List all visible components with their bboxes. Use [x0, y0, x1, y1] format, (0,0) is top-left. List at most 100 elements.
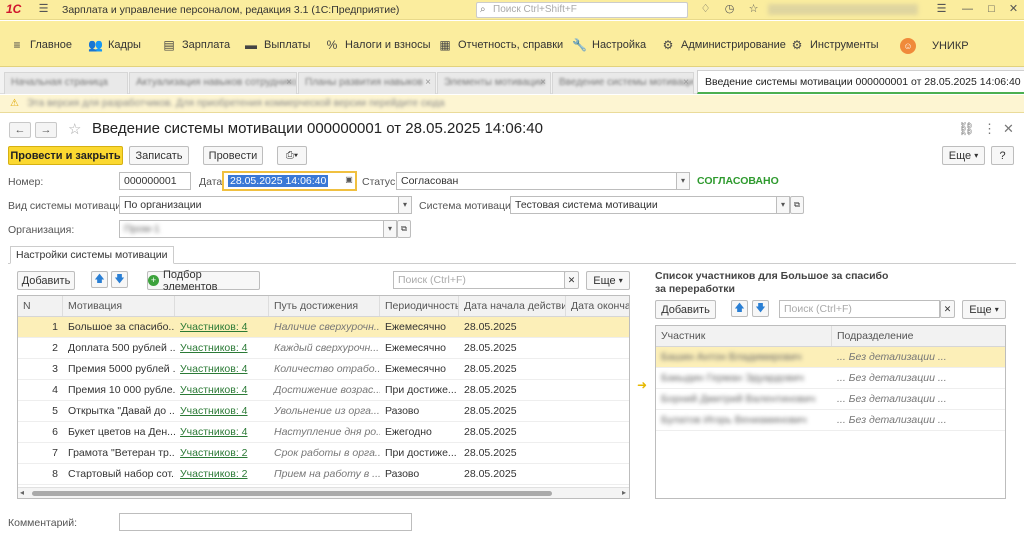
table-row[interactable]: 1 Большое за спасибо... Участников: 4 На…: [18, 317, 629, 338]
participants-search-input[interactable]: Поиск (Ctrl+F): [779, 300, 940, 318]
col-period[interactable]: Периодичность: [380, 296, 459, 316]
close-window-icon[interactable]: ✕: [1006, 2, 1021, 17]
table-row[interactable]: 8 Стартовый набор сот... Участников: 2 П…: [18, 464, 629, 485]
tab-home[interactable]: Начальная страница: [4, 72, 128, 94]
close-icon[interactable]: ×: [425, 77, 431, 88]
add-button[interactable]: Добавить: [17, 271, 75, 290]
tab-intro[interactable]: Введение системы мотивации ×: [552, 72, 694, 94]
participants-move-down-button[interactable]: 🡇: [752, 300, 769, 317]
participants-more-button[interactable]: Еще ▾: [962, 300, 1006, 319]
scroll-left-icon[interactable]: ◂: [20, 488, 24, 497]
more-button[interactable]: Еще ▾: [942, 146, 985, 165]
scroll-thumb[interactable]: [32, 491, 552, 496]
print-dropdown-button[interactable]: ⎙▾: [277, 146, 307, 165]
scroll-right-icon[interactable]: ▸: [622, 488, 626, 497]
table-row[interactable]: 7 Грамота "Ветеран тр... Участников: 2 С…: [18, 443, 629, 464]
participants-clear-search-button[interactable]: ✕: [940, 300, 955, 318]
hamburger-icon[interactable]: ☰: [36, 2, 51, 17]
comment-field[interactable]: [119, 513, 412, 531]
chevron-down-icon[interactable]: ▾: [383, 221, 396, 237]
col-end-date[interactable]: Дата окончан: [566, 296, 629, 316]
close-icon[interactable]: ×: [286, 77, 292, 88]
table-row[interactable]: 6 Букет цветов на Ден... Участников: 4 Н…: [18, 422, 629, 443]
move-up-button[interactable]: 🡅: [91, 271, 108, 288]
chevron-down-icon[interactable]: ▾: [398, 197, 411, 213]
more-vertical-icon[interactable]: ⋮: [983, 121, 996, 137]
tab-motivation-settings[interactable]: Настройки системы мотивации: [10, 246, 174, 264]
menu-main[interactable]: ≡ Главное: [10, 38, 72, 52]
menu-tools[interactable]: ⚙ Инструменты: [790, 38, 879, 52]
participants-link[interactable]: Участников: 4: [175, 338, 269, 358]
bell-icon[interactable]: ♢: [698, 2, 713, 17]
col-start-date[interactable]: Дата начала действия: [459, 296, 566, 316]
clear-search-button[interactable]: ✕: [564, 271, 579, 289]
link-icon[interactable]: ⛓: [958, 121, 975, 137]
favorites-icon[interactable]: ☆: [746, 2, 761, 17]
maximize-icon[interactable]: □: [984, 2, 999, 17]
menu-reports[interactable]: ▦ Отчетность, справки: [438, 38, 563, 52]
participants-link[interactable]: Участников: 2: [175, 464, 269, 484]
participant-row[interactable]: Башин Антон Владимирович ... Без детализ…: [656, 347, 1005, 368]
open-system-button[interactable]: ⧉: [790, 196, 804, 214]
organization-select[interactable]: Пром-1 ▾: [119, 220, 397, 238]
post-and-close-button[interactable]: Провести и закрыть: [8, 146, 123, 165]
menu-taxes[interactable]: % Налоги и взносы: [325, 38, 431, 52]
menu-admin[interactable]: ⚙ Администрирование: [661, 38, 786, 52]
table-row[interactable]: 5 Открытка "Давай до ... Участников: 4 У…: [18, 401, 629, 422]
post-button[interactable]: Провести: [203, 146, 263, 165]
col-participant[interactable]: Участник: [656, 326, 832, 346]
close-icon[interactable]: ×: [683, 77, 689, 88]
table-search-input[interactable]: Поиск (Ctrl+F): [393, 271, 565, 289]
chevron-down-icon[interactable]: ▾: [676, 173, 689, 189]
menu-staff[interactable]: 👥 Кадры: [88, 38, 141, 52]
col-motivation[interactable]: Мотивация: [63, 296, 175, 316]
menu-unikr[interactable]: ☺ УНИКР: [900, 38, 969, 54]
menu-settings[interactable]: 🔧 Настройка: [572, 38, 646, 52]
table-row[interactable]: 4 Премия 10 000 рубле... Участников: 4 Д…: [18, 380, 629, 401]
global-search-input[interactable]: ⌕ Поиск Ctrl+Shift+F: [476, 2, 688, 18]
pick-elements-button[interactable]: + Подбор элементов: [147, 269, 260, 293]
open-organization-button[interactable]: ⧉: [397, 220, 411, 238]
user-name[interactable]: [768, 4, 918, 15]
participants-move-up-button[interactable]: 🡅: [731, 300, 748, 317]
calendar-icon[interactable]: ▣: [342, 173, 355, 189]
history-icon[interactable]: ◷: [722, 2, 737, 17]
table-row[interactable]: 2 Доплата 500 рублей ... Участников: 4 К…: [18, 338, 629, 359]
motivation-system-select[interactable]: Тестовая система мотивации ▾: [510, 196, 790, 214]
participants-add-button[interactable]: Добавить: [655, 300, 716, 319]
close-icon[interactable]: ✕: [1003, 121, 1014, 137]
col-participants[interactable]: [175, 296, 269, 316]
motivation-kind-select[interactable]: По организации ▾: [119, 196, 412, 214]
move-down-button[interactable]: 🡇: [111, 271, 128, 288]
menu-payments[interactable]: ▬ Выплаты: [244, 38, 310, 52]
number-field[interactable]: 000000001: [119, 172, 191, 190]
save-button[interactable]: Записать: [129, 146, 189, 165]
table-row[interactable]: 3 Премия 5000 рублей ... Участников: 4 К…: [18, 359, 629, 380]
chevron-down-icon[interactable]: ▾: [776, 197, 789, 213]
participants-link[interactable]: Участников: 2: [175, 443, 269, 463]
tab-elements[interactable]: Элементы мотивации ×: [437, 72, 551, 94]
favorite-star-icon[interactable]: ☆: [68, 120, 81, 138]
participants-link[interactable]: Участников: 4: [175, 401, 269, 421]
col-path[interactable]: Путь достижения: [269, 296, 380, 316]
participant-row[interactable]: Бакыдин Герман Эдуардович ... Без детали…: [656, 368, 1005, 389]
participants-link[interactable]: Участников: 4: [175, 317, 269, 337]
participants-link[interactable]: Участников: 4: [175, 422, 269, 442]
tab-active-document[interactable]: Введение системы мотивации 000000001 от …: [697, 70, 1024, 94]
table-more-button[interactable]: Еще ▾: [586, 271, 630, 290]
participant-row[interactable]: Булатов Игорь Вениаминович ... Без детал…: [656, 410, 1005, 431]
minimize-icon[interactable]: —: [960, 2, 975, 17]
menu-icon[interactable]: ☰: [934, 2, 949, 17]
close-icon[interactable]: ×: [540, 77, 546, 88]
col-department[interactable]: Подразделение: [832, 326, 1005, 346]
col-n[interactable]: N: [18, 296, 63, 316]
date-field[interactable]: 28.05.2025 14:06:40 ▣: [222, 171, 357, 191]
status-select[interactable]: Согласован ▾: [396, 172, 690, 190]
menu-salary[interactable]: ▤ Зарплата: [162, 38, 230, 52]
back-button[interactable]: ←: [9, 122, 31, 138]
participants-link[interactable]: Участников: 4: [175, 380, 269, 400]
help-button[interactable]: ?: [991, 146, 1014, 165]
tab-plans[interactable]: Планы развития навыков ×: [298, 72, 436, 94]
horizontal-scrollbar[interactable]: ◂ ▸: [18, 487, 629, 498]
participants-link[interactable]: Участников: 4: [175, 359, 269, 379]
